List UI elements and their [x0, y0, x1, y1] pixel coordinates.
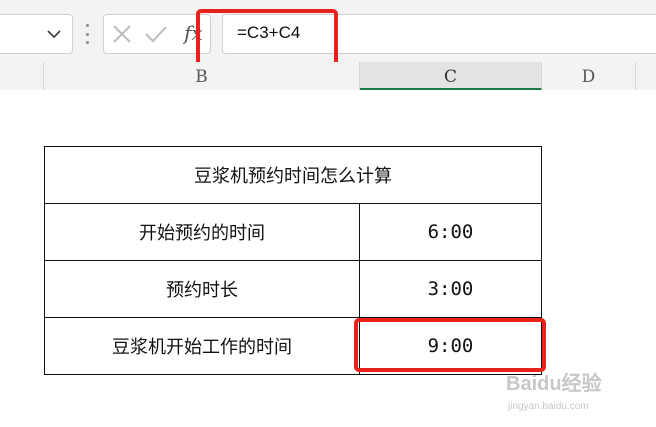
row-label-cell[interactable]: 开始预约的时间: [44, 203, 360, 261]
close-icon[interactable]: [112, 24, 132, 44]
table-row: 开始预约的时间 6:00: [44, 203, 542, 261]
column-header-e[interactable]: [636, 62, 656, 90]
column-header-b[interactable]: B: [44, 62, 360, 90]
chevron-down-icon[interactable]: [46, 26, 62, 42]
row-value-cell[interactable]: 6:00: [359, 203, 542, 261]
column-header-c[interactable]: C: [360, 62, 542, 90]
column-header-d[interactable]: D: [542, 62, 636, 90]
check-icon[interactable]: [144, 24, 168, 44]
baidu-jingyan-watermark: Baidu经验 jingyan.baidu.com: [506, 371, 602, 412]
watermark-url: jingyan.baidu.com: [507, 401, 589, 412]
row-value-cell[interactable]: 3:00: [359, 260, 542, 318]
drag-handle-icon[interactable]: [84, 24, 90, 44]
row-label-cell[interactable]: 预约时长: [44, 260, 360, 318]
table-title-cell[interactable]: 豆浆机预约时间怎么计算: [44, 146, 542, 204]
row-label-cell[interactable]: 豆浆机开始工作的时间: [44, 317, 360, 375]
formula-highlight-box: [196, 9, 338, 67]
formula-buttons: fx: [103, 14, 211, 54]
table-row: 预约时长 3:00: [44, 260, 542, 318]
watermark-brand: Baidu经验: [506, 371, 602, 395]
result-highlight-box: [354, 318, 546, 372]
column-header-bar: B C D: [0, 62, 656, 91]
column-header-a[interactable]: [0, 62, 44, 90]
name-box[interactable]: [0, 14, 73, 54]
table-row: 豆浆机预约时间怎么计算: [44, 146, 542, 204]
